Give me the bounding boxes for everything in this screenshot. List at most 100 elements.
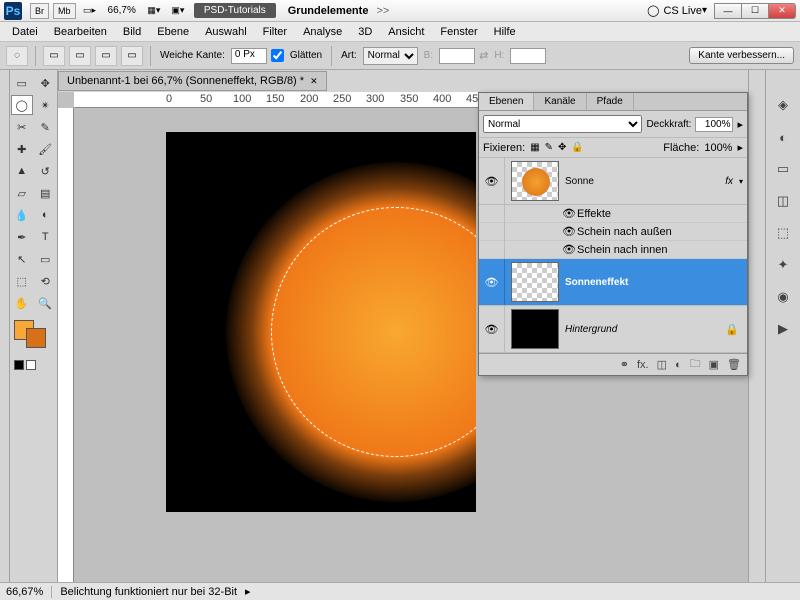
close-tab-icon[interactable]: ✕ — [310, 76, 318, 87]
arrange-icon[interactable]: ▦▾ — [143, 3, 165, 19]
add-selection-icon[interactable]: ▭ — [69, 46, 91, 66]
antialias-checkbox[interactable] — [271, 49, 284, 62]
link-layers-icon[interactable]: ⚭ — [620, 358, 629, 371]
layer-name[interactable]: Hintergrund — [565, 324, 725, 335]
adjustment-layer-icon[interactable]: ◐ — [675, 359, 682, 371]
ellipse-marquee-tool-icon[interactable]: ◯ — [11, 95, 33, 115]
close-button[interactable]: ✕ — [768, 3, 796, 19]
background-swatch[interactable] — [26, 328, 46, 348]
lock-paint-icon[interactable]: ✎ — [545, 142, 553, 153]
dodge-tool-icon[interactable]: ◐ — [35, 205, 57, 225]
history-brush-icon[interactable]: ↺ — [35, 161, 57, 181]
menu-datei[interactable]: Datei — [4, 24, 46, 40]
history-panel-icon[interactable]: ◉ — [772, 286, 794, 308]
tab-ebenen[interactable]: Ebenen — [479, 93, 534, 110]
visibility-toggle-icon[interactable]: 👁 — [561, 243, 577, 256]
fill-arrow-icon[interactable]: ▸ — [737, 141, 743, 154]
document-canvas[interactable] — [166, 132, 476, 512]
visibility-toggle-icon[interactable]: 👁 — [561, 225, 577, 238]
crop-tool-icon[interactable]: ✂ — [11, 117, 33, 137]
workspace-more-icon[interactable]: >> — [376, 5, 389, 17]
visibility-toggle-icon[interactable]: 👁 — [479, 158, 505, 204]
marquee-tool-icon[interactable]: ▭ — [11, 73, 33, 93]
menu-bearbeiten[interactable]: Bearbeiten — [46, 24, 115, 40]
minibridge-button[interactable]: Mb — [53, 3, 76, 19]
delete-layer-icon[interactable]: 🗑 — [727, 358, 741, 371]
workspace-psd-tutorials[interactable]: PSD-Tutorials — [194, 3, 276, 18]
stamp-tool-icon[interactable]: ▲ — [11, 161, 33, 181]
type-tool-icon[interactable]: T — [35, 227, 57, 247]
intersect-selection-icon[interactable]: ▭ — [121, 46, 143, 66]
status-zoom[interactable]: 66,67% — [6, 586, 43, 598]
opacity-arrow-icon[interactable]: ▸ — [737, 118, 743, 131]
menu-auswahl[interactable]: Auswahl — [197, 24, 255, 40]
layer-thumbnail[interactable] — [511, 161, 559, 201]
menu-fenster[interactable]: Fenster — [432, 24, 485, 40]
swatches-panel-icon[interactable]: ⬚ — [772, 222, 794, 244]
layer-thumbnail[interactable] — [511, 309, 559, 349]
tab-kanale[interactable]: Kanäle — [534, 93, 586, 110]
paths-panel-icon[interactable]: ◫ — [772, 190, 794, 212]
group-icon[interactable]: 🗀 — [690, 355, 701, 374]
channels-panel-icon[interactable]: ▭ — [772, 158, 794, 180]
right-collapse-strip[interactable] — [748, 70, 766, 582]
effect-inner-glow[interactable]: 👁 Schein nach innen — [479, 241, 747, 259]
visibility-toggle-icon[interactable]: 👁 — [479, 259, 505, 305]
layer-mask-icon[interactable]: ◫ — [657, 358, 667, 371]
effect-outer-glow[interactable]: 👁 Schein nach außen — [479, 223, 747, 241]
brush-tool-icon[interactable]: 🖌 — [35, 139, 57, 159]
actions-panel-icon[interactable]: ▶ — [772, 318, 794, 340]
style-select[interactable]: Normal — [363, 47, 418, 65]
filmstrip-icon[interactable]: ▭▸ — [79, 3, 101, 19]
lock-position-icon[interactable]: ✥ — [558, 142, 566, 153]
effects-row[interactable]: 👁 Effekte — [479, 205, 747, 223]
menu-bild[interactable]: Bild — [115, 24, 149, 40]
document-tab[interactable]: Unbenannt-1 bei 66,7% (Sonneneffekt, RGB… — [58, 71, 327, 91]
visibility-toggle-icon[interactable]: 👁 — [561, 207, 577, 220]
layer-name[interactable]: Sonne — [565, 176, 725, 187]
swap-colors-icon[interactable] — [26, 360, 36, 370]
opacity-input[interactable]: 100% — [695, 117, 733, 132]
lock-transparent-icon[interactable]: ▦ — [530, 142, 539, 153]
zoom-level[interactable]: 66,7% — [108, 5, 136, 16]
new-selection-icon[interactable]: ▭ — [43, 46, 65, 66]
layer-name[interactable]: Sonneneffekt — [565, 277, 747, 288]
tab-pfade[interactable]: Pfade — [587, 93, 634, 110]
fx-badge[interactable]: fx — [725, 176, 733, 187]
menu-ansicht[interactable]: Ansicht — [380, 24, 432, 40]
blend-mode-select[interactable]: Normal — [483, 115, 642, 133]
layer-style-icon[interactable]: fx. — [637, 359, 649, 371]
shape-tool-icon[interactable]: ▭ — [35, 249, 57, 269]
layer-thumbnail[interactable] — [511, 262, 559, 302]
screenmode-icon[interactable]: ▣▾ — [167, 3, 189, 19]
menu-filter[interactable]: Filter — [255, 24, 295, 40]
eraser-tool-icon[interactable]: ▱ — [11, 183, 33, 203]
maximize-button[interactable]: ☐ — [741, 3, 769, 19]
styles-panel-icon[interactable]: ✦ — [772, 254, 794, 276]
eyedropper-tool-icon[interactable]: ✎ — [35, 117, 57, 137]
pen-tool-icon[interactable]: ✒ — [11, 227, 33, 247]
3d-rotate-icon[interactable]: ⟲ — [35, 271, 57, 291]
status-arrow-icon[interactable]: ▸ — [245, 585, 251, 598]
new-layer-icon[interactable]: ▣ — [709, 358, 719, 371]
menu-analyse[interactable]: Analyse — [295, 24, 350, 40]
lock-all-icon[interactable]: 🔒 — [571, 142, 583, 153]
path-select-icon[interactable]: ↖ — [11, 249, 33, 269]
menu-hilfe[interactable]: Hilfe — [486, 24, 524, 40]
adjustments-panel-icon[interactable]: ◐ — [772, 126, 794, 148]
tool-preset-icon[interactable]: ◌ — [6, 46, 28, 66]
subtract-selection-icon[interactable]: ▭ — [95, 46, 117, 66]
feather-input[interactable]: 0 Px — [231, 48, 267, 64]
blur-tool-icon[interactable]: 💧 — [11, 205, 33, 225]
zoom-tool-icon[interactable]: 🔍 — [35, 293, 57, 313]
bridge-button[interactable]: Br — [30, 3, 49, 19]
fill-input[interactable]: 100% — [704, 142, 732, 154]
fx-collapse-icon[interactable]: ▾ — [739, 177, 743, 186]
layer-sonneneffekt[interactable]: 👁 Sonneneffekt — [479, 259, 747, 306]
refine-edge-button[interactable]: Kante verbessern... — [689, 47, 794, 64]
layer-hintergrund[interactable]: 👁 Hintergrund 🔒 — [479, 306, 747, 353]
gradient-tool-icon[interactable]: ▤ — [35, 183, 57, 203]
default-colors-icon[interactable] — [14, 360, 24, 370]
move-tool-icon[interactable]: ✥ — [35, 73, 57, 93]
wand-tool-icon[interactable]: ✴ — [35, 95, 56, 115]
